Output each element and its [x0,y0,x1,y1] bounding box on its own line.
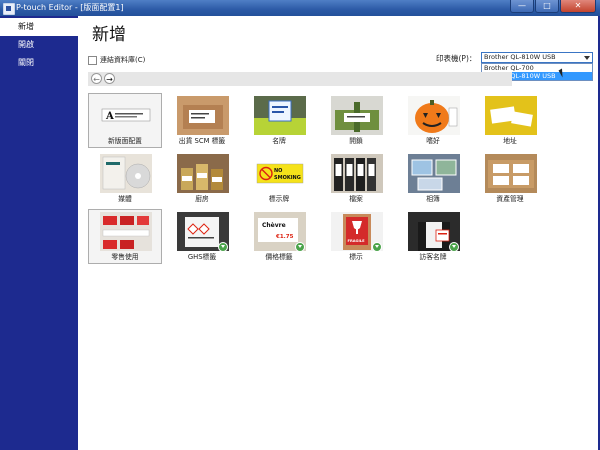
name-badge-thumbnail [254,96,306,135]
tile-label: 名牌 [272,137,286,145]
template-tile-marking[interactable]: FRAGILE 標示 [319,209,393,264]
checkbox-box[interactable] [88,55,97,65]
tile-label: 新版面配置 [108,137,142,145]
chevron-down-icon[interactable] [584,56,590,60]
app-icon [3,3,15,15]
printer-selected-value: Brother QL-810W USB [484,53,556,61]
forward-button[interactable]: → [104,73,115,84]
close-button[interactable]: ✕ [560,0,596,13]
template-tile-name-badge[interactable]: 名牌 [242,93,316,148]
main-panel: 新增 連結資料庫(C) 印表機(P)： Brother QL-810W USB … [78,16,598,450]
database-checkbox[interactable]: 連結資料庫(C) [88,55,145,65]
no-smoking-text-1: NO [274,168,282,174]
template-tile-hobby[interactable]: 嗜好 [396,93,470,148]
tile-label: 媒體 [118,195,132,203]
printer-select[interactable]: Brother QL-810W USB [481,52,593,63]
template-tile-kitchen[interactable]: 廚房 [165,151,239,206]
retail-thumbnail [100,212,152,251]
template-tile-visitor-badge[interactable]: 訪客名牌 [396,209,470,264]
download-icon[interactable] [295,242,305,252]
tile-label: 標示牌 [268,195,290,203]
printer-option[interactable]: Brother QL-700 [482,64,592,72]
address-thumbnail [485,96,537,135]
download-icon[interactable] [372,242,382,252]
template-tile-retail[interactable]: 零售使用 [88,209,162,264]
printer-label: 印表機(P)： [436,54,477,63]
download-icon[interactable] [218,242,228,252]
window-controls: — □ ✕ [509,0,596,14]
new-layout-thumbnail: A [100,96,152,135]
database-checkbox-label: 連結資料庫(C) [100,56,146,64]
tile-label: 出貨 SCM 標籤 [178,137,226,145]
sidebar-item-new[interactable]: 新增 [0,18,78,36]
maximize-button[interactable]: □ [535,0,559,13]
tile-label: 開鎖 [349,137,363,145]
template-tile-asset-management[interactable]: 資產管理 [473,151,547,206]
media-thumbnail [100,154,152,193]
template-tile-album[interactable]: 相簿 [396,151,470,206]
tile-label: 標示 [349,253,363,261]
page-title: 新增 [92,25,126,45]
template-tile-signage[interactable]: NO SMOKING 標示牌 [242,151,316,206]
files-thumbnail [331,154,383,193]
download-icon[interactable] [449,242,459,252]
window-title: P-touch Editor - [版面配置1] [16,3,124,12]
template-tile-new-layout[interactable]: A 新版面配置 [88,93,162,148]
tile-label: 相簿 [426,195,440,203]
title-bar: P-touch Editor - [版面配置1] — □ ✕ [0,0,600,16]
kitchen-thumbnail [177,154,229,193]
template-tile-address[interactable]: 地址 [473,93,547,148]
template-tile-shipping-scm[interactable]: 出貨 SCM 標籤 [165,93,239,148]
tile-label: 廚房 [195,195,209,203]
price-value-text: €1.75 [275,234,294,240]
tile-label: 嗜好 [426,137,440,145]
back-button[interactable]: ← [91,73,102,84]
template-tile-price-tag[interactable]: Chèvre €1.75 價格標籤 [242,209,316,264]
svg-text:A: A [105,111,114,122]
asset-thumbnail [485,154,537,193]
sidebar-item-open[interactable]: 開啟 [0,36,78,54]
template-tile-files[interactable]: 檔案 [319,151,393,206]
no-smoking-text-2: SMOKING [274,175,301,181]
album-thumbnail [408,154,460,193]
pumpkin-thumbnail [408,96,460,135]
price-word-text: Chèvre [262,222,286,229]
tile-label: GHS標籤 [187,253,217,261]
fragile-text: FRAGILE [348,239,366,243]
minimize-button[interactable]: — [510,0,534,13]
template-tile-gift[interactable]: 開鎖 [319,93,393,148]
tile-label: 零售使用 [111,253,139,261]
gift-thumbnail [331,96,383,135]
no-smoking-thumbnail: NO SMOKING [254,154,306,193]
shipping-box-thumbnail [177,96,229,135]
template-tile-ghs[interactable]: GHS標籤 [165,209,239,264]
sidebar-item-close[interactable]: 關閉 [0,54,78,72]
template-tile-media[interactable]: 媒體 [88,151,162,206]
navigation-strip [88,72,512,86]
tile-label: 訪客名牌 [419,253,447,261]
tile-label: 檔案 [349,195,363,203]
tile-label: 價格標籤 [265,253,293,261]
tile-label: 地址 [503,137,517,145]
tile-label: 資產管理 [496,195,524,203]
sidebar: 新增 開啟 關閉 [0,16,78,450]
